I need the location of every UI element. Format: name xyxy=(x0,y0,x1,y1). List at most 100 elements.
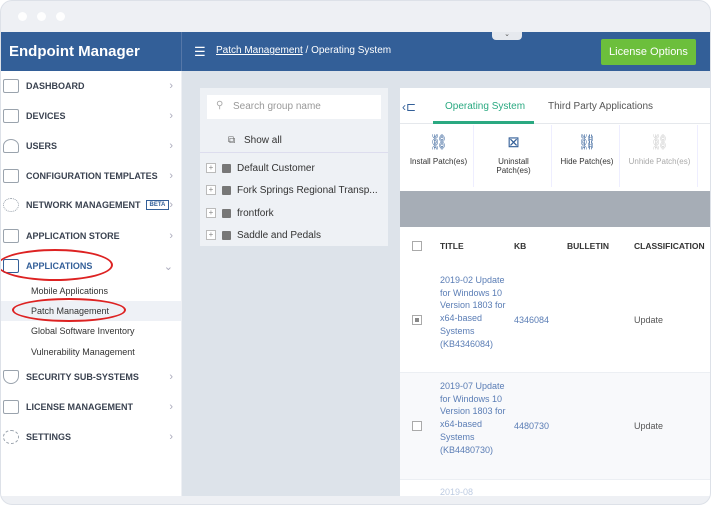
group-item[interactable]: + Default Customer xyxy=(206,158,386,178)
kb-link[interactable]: 4480730 xyxy=(514,421,549,431)
chevron-right-icon: › xyxy=(169,140,173,152)
patch-panel: ‹⊏ Operating System Third Party Applicat… xyxy=(400,88,710,499)
sidebar-item-security-sub-systems[interactable]: SECURITY SUB-SYSTEMS › xyxy=(1,364,181,390)
window-frame: Endpoint Manager ☰ Patch Management / Op… xyxy=(0,0,711,505)
expand-icon[interactable]: + xyxy=(206,230,216,240)
hamburger-menu-icon[interactable]: ☰ xyxy=(194,44,206,60)
chevron-right-icon: › xyxy=(169,371,173,383)
label: Unhide Patch(es) xyxy=(628,157,691,166)
collapse-header-handle[interactable]: ⌄ xyxy=(492,31,522,40)
license-options-button[interactable]: License Options xyxy=(601,39,696,65)
group-item[interactable]: + Fork Springs Regional Transp... xyxy=(206,180,386,200)
chevron-right-icon: › xyxy=(169,401,173,413)
sidebar: DASHBOARD › DEVICES › USERS › CONFIGURATION… xyxy=(1,71,181,496)
chevron-right-icon: › xyxy=(169,170,173,182)
label: Hide Patch(es) xyxy=(560,157,614,166)
uninstall-patches-button[interactable]: ⊠ Uninstall Patch(es) xyxy=(476,125,552,187)
server-group-icon xyxy=(222,208,231,218)
label: Install Patch(es) xyxy=(409,157,468,166)
sidebar-sub-global-software-inventory[interactable]: Global Software Inventory xyxy=(1,321,181,341)
label: APPLICATION STORE xyxy=(26,231,120,241)
window-dot[interactable] xyxy=(56,12,65,21)
network-icon xyxy=(3,198,19,212)
label: LICENSE MANAGEMENT xyxy=(26,402,134,412)
patch-title-link[interactable]: 2019-02 Update for Windows 10 Version 18… xyxy=(440,274,510,350)
label: DEVICES xyxy=(26,111,66,121)
row-checkbox[interactable] xyxy=(412,315,422,325)
templates-icon xyxy=(3,169,19,183)
app-title: Endpoint Manager xyxy=(9,43,140,60)
column-header-classification[interactable]: CLASSIFICATION xyxy=(634,241,705,251)
select-all-checkbox[interactable] xyxy=(412,241,422,251)
label: USERS xyxy=(26,141,58,151)
column-header-bulletin[interactable]: BULLETIN xyxy=(567,241,609,251)
chevron-right-icon: › xyxy=(169,110,173,122)
window-dot[interactable] xyxy=(18,12,27,21)
group-item[interactable]: + Saddle and Pedals xyxy=(206,225,386,245)
label: SETTINGS xyxy=(26,432,72,442)
user-icon xyxy=(3,139,19,153)
search-group-input[interactable]: ⚲ Search group name xyxy=(207,95,381,119)
show-all-button[interactable]: ⧉ Show all xyxy=(200,129,388,153)
sidebar-item-network-management[interactable]: NETWORK MANAGEMENT BETA › xyxy=(1,192,181,218)
chevron-right-icon: › xyxy=(169,230,173,242)
window-dot[interactable] xyxy=(37,12,46,21)
server-group-icon xyxy=(222,185,231,195)
sidebar-item-devices[interactable]: DEVICES › xyxy=(1,103,181,129)
divider xyxy=(181,32,182,71)
table-row[interactable]: 2019-07 Update for Windows 10 Version 18… xyxy=(400,373,710,480)
classification: Update xyxy=(634,421,664,431)
gear-icon xyxy=(3,430,19,444)
install-patches-button[interactable]: ⛓ Install Patch(es) xyxy=(404,125,474,187)
sidebar-item-application-store[interactable]: APPLICATION STORE › xyxy=(1,223,181,249)
sidebar-sub-vulnerability-management[interactable]: Vulnerability Management xyxy=(1,342,181,362)
uninstall-patch-icon: ⊠ xyxy=(507,134,520,151)
table-row[interactable]: 2019-02 Update for Windows 10 Version 18… xyxy=(400,266,710,373)
search-placeholder: Search group name xyxy=(233,101,321,112)
sidebar-item-users[interactable]: USERS › xyxy=(1,133,181,159)
column-header-title[interactable]: TITLE xyxy=(440,241,464,251)
beta-badge: BETA xyxy=(145,200,170,210)
group-label: Fork Springs Regional Transp... xyxy=(237,184,378,196)
expand-icon[interactable]: + xyxy=(206,208,216,218)
expand-icon[interactable]: + xyxy=(206,163,216,173)
hide-patches-button[interactable]: ⛓ Hide Patch(es) xyxy=(555,125,620,187)
active-tab-indicator xyxy=(433,121,534,124)
show-all-icon: ⧉ xyxy=(228,135,236,146)
chevron-right-icon: › xyxy=(169,199,173,211)
hide-patch-icon: ⛓ xyxy=(577,134,597,151)
tab-third-party-applications[interactable]: Third Party Applications xyxy=(548,101,653,112)
table-row[interactable]: 2019-08 xyxy=(400,480,710,499)
group-item[interactable]: + frontfork xyxy=(206,203,386,223)
classification: Update xyxy=(634,315,664,325)
server-group-icon xyxy=(222,163,231,173)
row-checkbox[interactable] xyxy=(412,421,422,431)
breadcrumb-patch-management[interactable]: Patch Management xyxy=(216,45,303,56)
sidebar-item-settings[interactable]: SETTINGS › xyxy=(1,424,181,450)
column-header-kb[interactable]: KB xyxy=(514,241,526,251)
sidebar-item-dashboard[interactable]: DASHBOARD › xyxy=(1,73,181,99)
devices-icon xyxy=(3,109,19,123)
show-all-label: Show all xyxy=(244,135,282,146)
collapse-tree-icon[interactable]: ‹⊏ xyxy=(402,100,416,114)
chevron-down-icon: ⌄ xyxy=(163,260,173,273)
install-patch-icon: ⛓ xyxy=(428,134,449,151)
kb-link[interactable]: 4346084 xyxy=(514,315,549,325)
highlight-annotation xyxy=(1,249,113,281)
expand-icon[interactable]: + xyxy=(206,185,216,195)
group-label: Saddle and Pedals xyxy=(237,229,321,241)
breadcrumb-separator: / xyxy=(305,45,309,56)
sidebar-item-license-management[interactable]: LICENSE MANAGEMENT › xyxy=(1,394,181,420)
top-header: Endpoint Manager ☰ Patch Management / Op… xyxy=(1,32,710,71)
window-controls xyxy=(18,12,65,21)
shield-icon xyxy=(3,370,19,384)
chevron-right-icon: › xyxy=(169,431,173,443)
patch-title-link[interactable]: 2019-07 Update for Windows 10 Version 18… xyxy=(440,380,510,456)
unhide-patches-button[interactable]: ⛓ Unhide Patch(es) xyxy=(622,125,698,187)
tab-operating-system[interactable]: Operating System xyxy=(445,101,525,112)
patch-title-link[interactable]: 2019-08 xyxy=(440,486,510,499)
filter-bar xyxy=(400,191,710,227)
sidebar-item-configuration-templates[interactable]: CONFIGURATION TEMPLATES › xyxy=(1,163,181,189)
highlight-annotation xyxy=(12,298,126,322)
license-icon xyxy=(3,400,19,414)
